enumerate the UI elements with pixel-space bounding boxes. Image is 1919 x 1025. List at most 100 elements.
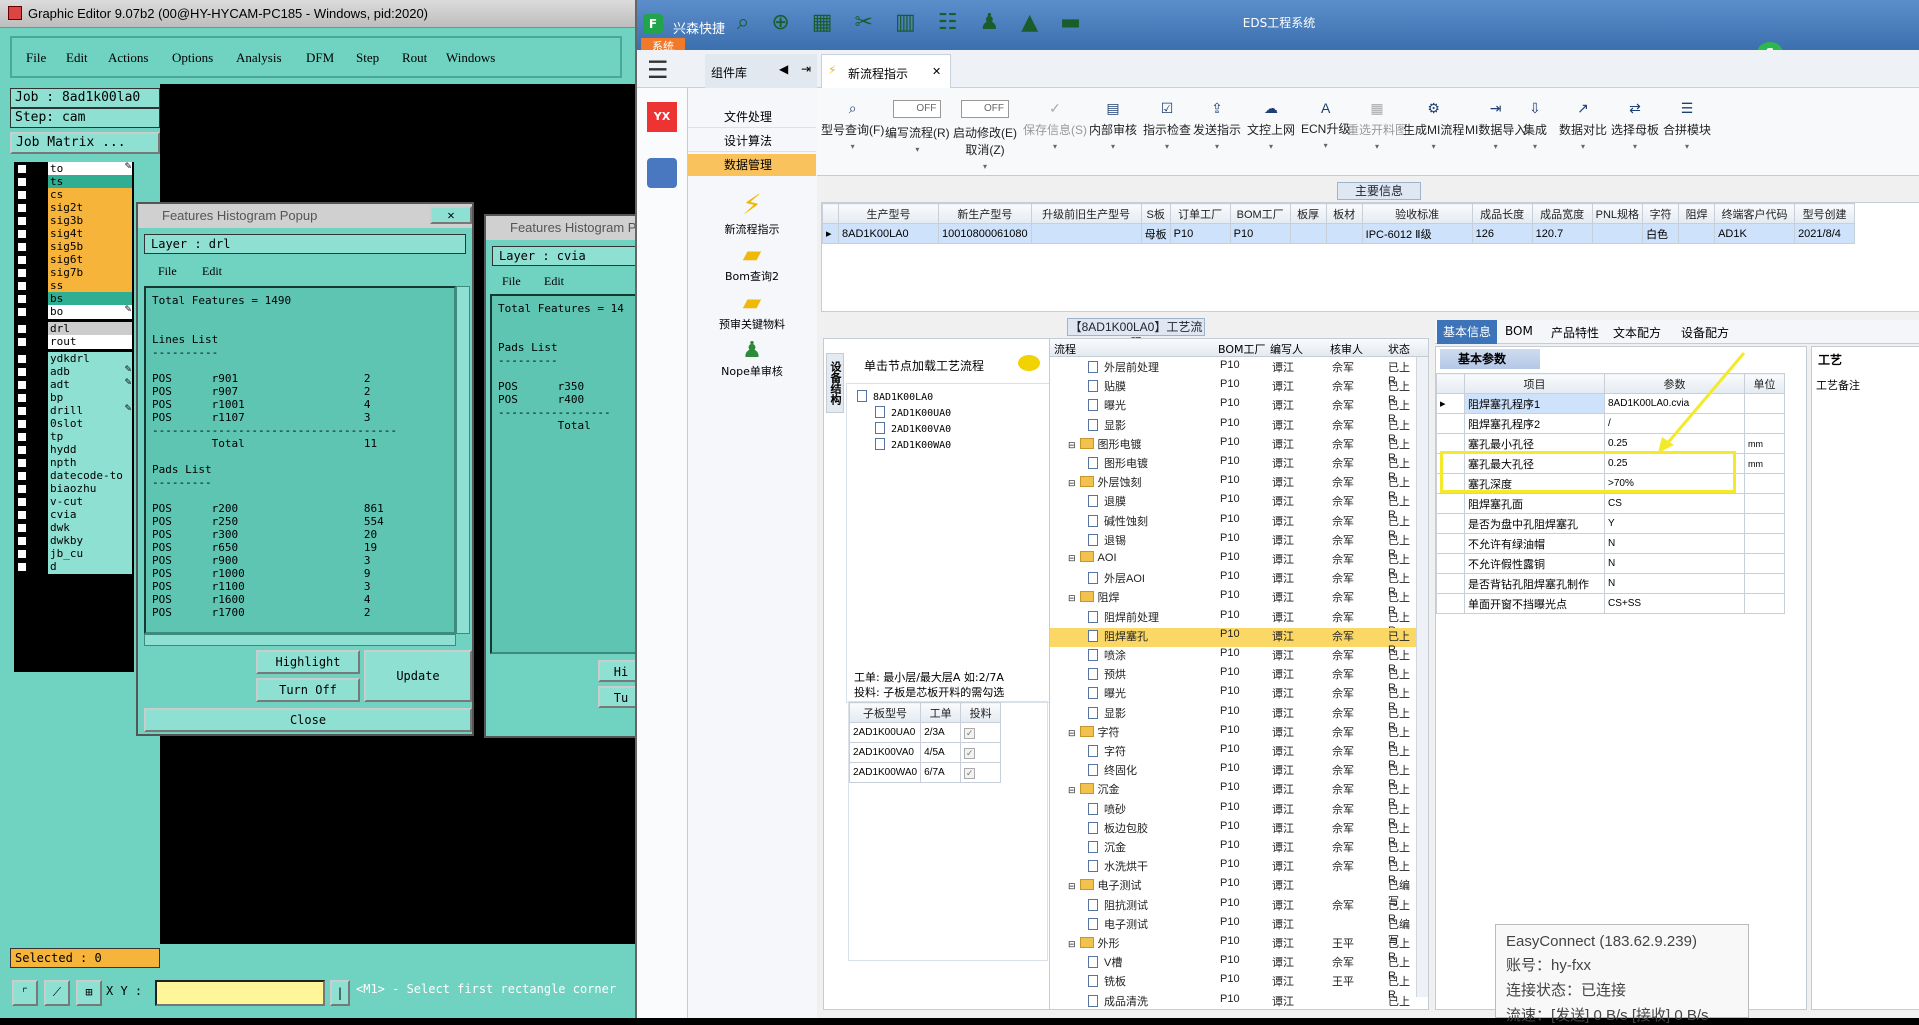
menu-file[interactable]: File bbox=[26, 50, 46, 66]
tree-node[interactable]: 2AD1K00VA0 bbox=[875, 422, 951, 435]
column-header[interactable]: 子板型号 bbox=[849, 702, 922, 723]
param-row[interactable]: 是否背钻孔阻焊塞孔制作 N bbox=[1436, 573, 1785, 594]
table-cell[interactable] bbox=[1591, 223, 1644, 244]
column-header[interactable]: 板材 bbox=[1325, 203, 1363, 224]
flow-row[interactable]: ⊟ 电子测试 P10 谭江 已编写 bbox=[1050, 877, 1416, 908]
ribbon-button[interactable]: ↗ 数据对比 ▾ bbox=[1559, 100, 1607, 151]
feed-checkbox[interactable]: ✓ bbox=[964, 767, 976, 779]
popup-menu-file[interactable]: File bbox=[502, 274, 521, 289]
feed-checkbox[interactable]: ✓ bbox=[964, 727, 976, 739]
param-row[interactable]: 阻焊塞孔面 CS bbox=[1436, 493, 1785, 514]
table-row[interactable]: 2AD1K00UA0 2/3A ✓ bbox=[849, 722, 1002, 743]
flow-row[interactable]: 沉金 P10 谭江 佘军 已上R bbox=[1050, 839, 1416, 867]
table-cell[interactable] bbox=[1289, 223, 1327, 244]
layer-row[interactable]: ts bbox=[14, 175, 134, 189]
flow-row[interactable]: V槽 P10 谭江 佘军 已上R bbox=[1050, 954, 1416, 982]
column-header[interactable]: 投料 bbox=[960, 702, 1002, 723]
feed-cell[interactable]: ✓ bbox=[960, 722, 1002, 743]
popup-menu-file[interactable]: File bbox=[158, 264, 177, 279]
layer-checkbox[interactable] bbox=[17, 471, 27, 481]
column-header[interactable]: 验收标准 bbox=[1361, 203, 1473, 224]
layer-checkbox[interactable] bbox=[17, 458, 27, 468]
flow-scrollbar[interactable] bbox=[1416, 357, 1428, 997]
nav-file-process[interactable]: 文件处理 bbox=[688, 106, 816, 128]
shortcut-preaudit[interactable]: ▰ 预审关键物料 bbox=[688, 288, 816, 332]
layer-row[interactable]: ss bbox=[14, 279, 134, 293]
flow-row[interactable]: 板边包胶 P10 谭江 佘军 已上R bbox=[1050, 820, 1416, 848]
flow-row[interactable]: 曝光 P10 谭江 佘军 已上R bbox=[1050, 397, 1416, 425]
layer-checkbox[interactable] bbox=[17, 337, 27, 347]
layer-checkbox[interactable] bbox=[17, 164, 27, 174]
tab-equipment-recipe[interactable]: 设备配方 bbox=[1681, 324, 1729, 341]
column-header[interactable]: 新生产型号 bbox=[938, 203, 1032, 224]
table-cell[interactable]: 白色 bbox=[1642, 223, 1680, 244]
layer-row[interactable]: adt ✎ bbox=[14, 378, 134, 392]
yx-module-icon[interactable]: YX bbox=[647, 102, 677, 132]
expand-icon[interactable]: ⊟ bbox=[1068, 593, 1076, 603]
column-header[interactable]: 订单工厂 bbox=[1169, 203, 1231, 224]
expand-icon[interactable]: ⊟ bbox=[1068, 553, 1076, 563]
layer-checkbox[interactable] bbox=[17, 445, 27, 455]
nav-data-manage[interactable]: 数据管理 bbox=[688, 154, 816, 176]
flow-row[interactable]: ⊟ 阻焊 P10 谭江 佘军 已上R bbox=[1050, 589, 1416, 617]
table-cell[interactable]: 126 bbox=[1471, 223, 1533, 244]
layer-row[interactable]: sig5b bbox=[14, 240, 134, 254]
layer-checkbox[interactable] bbox=[17, 510, 27, 520]
close-icon[interactable]: ✕ bbox=[430, 206, 472, 224]
flow-row[interactable]: 喷涂 P10 谭江 佘军 已上R bbox=[1050, 647, 1416, 675]
layer-row[interactable]: bp bbox=[14, 391, 134, 405]
layer-checkbox[interactable] bbox=[17, 523, 27, 533]
flow-row[interactable]: 曝光 P10 谭江 佘军 已上R bbox=[1050, 685, 1416, 713]
ribbon-button[interactable]: ⇩ 集成 ▾ bbox=[1523, 100, 1547, 151]
layer-row[interactable]: datecode-to bbox=[14, 469, 134, 483]
tree-node[interactable]: 2AD1K00UA0 bbox=[875, 406, 951, 419]
layer-checkbox[interactable] bbox=[17, 255, 27, 265]
flow-row[interactable]: 贴膜 P10 谭江 佘军 已上R bbox=[1050, 378, 1416, 406]
flow-row[interactable]: 铣板 P10 谭江 王平 已上R bbox=[1050, 973, 1416, 1001]
ribbon-button[interactable]: ⚙ 生成MI流程 ▾ bbox=[1403, 100, 1464, 151]
table-cell[interactable]: 2021/8/4 bbox=[1794, 223, 1856, 244]
expand-icon[interactable]: ⊟ bbox=[1068, 728, 1076, 738]
shortcut-nope-audit[interactable]: ♟ Nope单审核 bbox=[688, 338, 816, 379]
param-value[interactable]: Y bbox=[1604, 513, 1745, 534]
layer-checkbox[interactable] bbox=[17, 229, 27, 239]
layer-row[interactable]: dwk bbox=[14, 521, 134, 535]
flow-row[interactable]: ⊟ 外形 P10 谭江 王平 已上R bbox=[1050, 935, 1416, 963]
layer-row[interactable]: tp bbox=[14, 430, 134, 444]
flow-row[interactable]: 阻焊塞孔 P10 谭江 佘军 已上R bbox=[1050, 627, 1416, 656]
layer-checkbox[interactable] bbox=[17, 242, 27, 252]
flow-row[interactable]: 电子测试 P10 谭江 已编写 bbox=[1050, 916, 1416, 947]
layer-checkbox[interactable] bbox=[17, 549, 27, 559]
tab-text-recipe[interactable]: 文本配方 bbox=[1613, 324, 1661, 341]
param-row[interactable]: 不允许有绿油帽 N bbox=[1436, 533, 1785, 554]
ribbon-button[interactable]: ☁ 文控上网 ▾ bbox=[1247, 100, 1295, 151]
flow-row[interactable]: 水洗烘干 P10 谭江 佘军 已上R bbox=[1050, 858, 1416, 886]
snap-tool-icon[interactable]: ⊞ bbox=[76, 980, 102, 1006]
flow-row[interactable]: 外层前处理 P10 谭江 佘军 已上R bbox=[1050, 359, 1416, 387]
table-cell[interactable]: 6/7A bbox=[920, 762, 962, 783]
param-value[interactable]: N bbox=[1604, 573, 1745, 594]
flow-row[interactable]: ⊟ 外层蚀刻 P10 谭江 佘军 已上R bbox=[1050, 474, 1416, 502]
ribbon-button[interactable]: ☰ 合拼模块 ▾ bbox=[1663, 100, 1711, 151]
table-cell[interactable] bbox=[1678, 223, 1716, 244]
collapse-icon[interactable]: ◀ bbox=[779, 62, 788, 76]
menu-windows[interactable]: Windows bbox=[446, 50, 495, 66]
flow-row[interactable]: ⊟ 字符 P10 谭江 佘军 已上R bbox=[1050, 724, 1416, 752]
close-button[interactable]: Close bbox=[144, 708, 472, 732]
feed-checkbox[interactable]: ✓ bbox=[964, 747, 976, 759]
cursor-toggle-icon[interactable]: | bbox=[330, 980, 350, 1006]
menu-analysis[interactable]: Analysis bbox=[236, 50, 282, 66]
column-header[interactable]: 生产型号 bbox=[838, 203, 939, 224]
column-header[interactable]: S板 bbox=[1140, 203, 1171, 224]
table-cell[interactable]: P10 bbox=[1169, 223, 1231, 244]
table-cell[interactable]: 2AD1K00UA0 bbox=[849, 722, 922, 743]
measure-tool-icon[interactable]: ⟋ bbox=[44, 980, 70, 1006]
vertical-scrollbar[interactable] bbox=[456, 286, 470, 634]
layer-row[interactable]: sig3b bbox=[14, 214, 134, 228]
layer-checkbox[interactable] bbox=[17, 354, 27, 364]
layer-row[interactable]: ydkdrl bbox=[14, 352, 134, 366]
layer-row[interactable]: npth bbox=[14, 456, 134, 470]
layer-row[interactable]: hydd bbox=[14, 443, 134, 457]
tab-basic-info[interactable]: 基本信息 bbox=[1437, 320, 1497, 344]
table-row[interactable]: 2AD1K00WA0 6/7A ✓ bbox=[849, 762, 1002, 783]
